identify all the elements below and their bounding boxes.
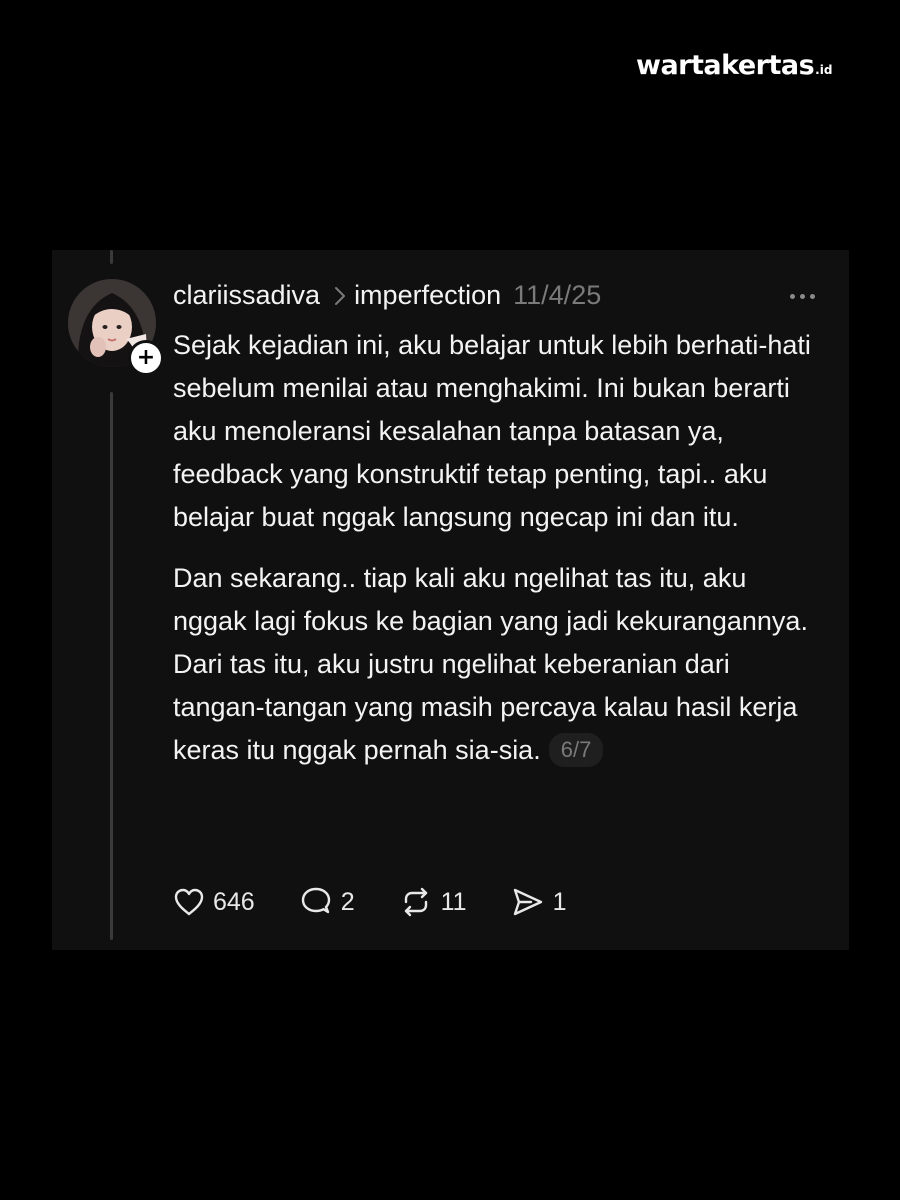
reply-count: 2 xyxy=(340,887,355,916)
post-paragraph-2: Dan sekarang.. tiap kali aku ngelihat ta… xyxy=(173,557,823,772)
thread-line-top xyxy=(110,250,113,264)
post-paragraph: Sejak kejadian ini, aku belajar untuk le… xyxy=(173,330,811,532)
post-paragraph-text: Dan sekarang.. tiap kali aku ngelihat ta… xyxy=(173,563,808,765)
chevron-right-icon xyxy=(334,286,346,306)
action-bar: 646 2 11 1 xyxy=(173,886,610,918)
reply-button[interactable]: 2 xyxy=(299,886,355,918)
share-button[interactable]: 1 xyxy=(511,886,567,918)
topic-link[interactable]: imperfection xyxy=(354,280,501,311)
repost-button[interactable]: 11 xyxy=(399,886,467,918)
like-count: 646 xyxy=(213,887,255,916)
share-count: 1 xyxy=(552,887,567,916)
post-body: Sejak kejadian ini, aku belajar untuk le… xyxy=(173,324,823,772)
comment-icon xyxy=(301,887,330,914)
repost-count: 11 xyxy=(440,887,467,916)
username-link[interactable]: clariissadiva xyxy=(173,280,320,311)
watermark-tld: .id xyxy=(815,63,833,77)
repost-icon xyxy=(404,887,427,917)
watermark-name: wartakertas xyxy=(636,50,815,81)
follow-plus-icon[interactable]: + xyxy=(128,340,164,376)
thread-line xyxy=(110,392,113,940)
send-icon xyxy=(513,888,542,916)
heart-icon xyxy=(174,888,204,916)
post-header: clariissadiva imperfection 11/4/25 xyxy=(173,280,601,311)
more-options-icon[interactable] xyxy=(790,294,815,299)
page-indicator: 6/7 xyxy=(548,733,604,767)
post-date: 11/4/25 xyxy=(513,280,602,310)
watermark-logo: wartakertas .id xyxy=(636,50,832,81)
like-button[interactable]: 646 xyxy=(173,887,255,917)
post-card: + clariissadiva imperfection 11/4/25 Sej… xyxy=(52,250,849,950)
